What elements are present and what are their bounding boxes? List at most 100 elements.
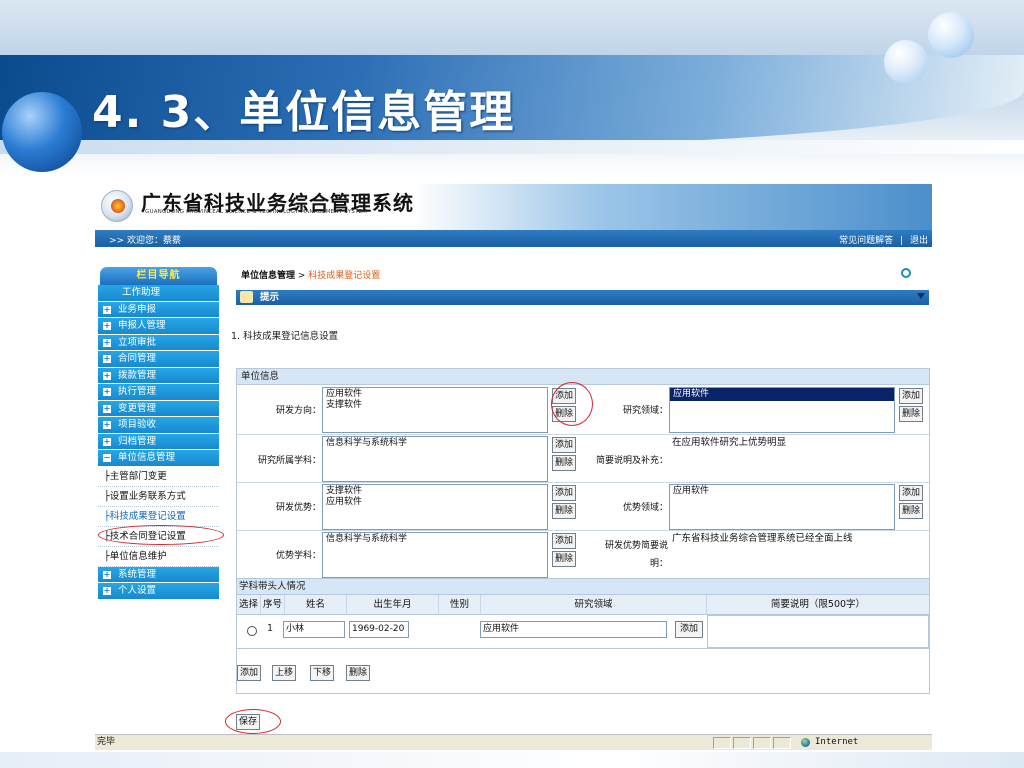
sidebar-sub-unit-maintenance[interactable]: ├单位信息维护 [98, 546, 219, 567]
status-cell [773, 737, 791, 749]
rd-advantage-list[interactable]: 支撑软件 应用软件 [322, 484, 548, 530]
row-select-radio[interactable] [247, 626, 257, 636]
sidebar-sub-contact-settings[interactable]: ├设置业务联系方式 [98, 486, 219, 507]
list-item: 应用软件 [326, 389, 363, 399]
sidebar-item-unit-info[interactable]: − 单位信息管理 [98, 450, 219, 467]
expand-icon[interactable]: + [103, 371, 111, 380]
move-down-button[interactable]: 下移 [310, 665, 335, 681]
research-field-input[interactable]: 应用软件 [480, 621, 667, 638]
sidebar-item-label: 个人设置 [118, 585, 157, 596]
sidebar-item-system-mgmt[interactable]: + 系统管理 [98, 566, 219, 583]
expand-icon[interactable]: + [103, 322, 111, 330]
field-value: 在应用软件研究上优势明显 [672, 437, 787, 448]
highlight-circle [98, 525, 224, 545]
sidebar-sub-dept-change[interactable]: ├主管部门变更 [98, 466, 219, 487]
column-header: 性别 [439, 595, 481, 615]
advantage-field-list[interactable]: 应用软件 [669, 484, 895, 530]
sidebar-item-label: 变更管理 [118, 402, 157, 414]
sidebar-item-label: 工作助理 [122, 287, 161, 298]
expand-icon[interactable]: + [103, 338, 111, 347]
globe-icon [801, 738, 810, 747]
advantage-discipline-add-button[interactable]: 添加 [552, 533, 577, 549]
expand-icon[interactable]: + [103, 404, 111, 413]
sidebar-item-label: 系统管理 [118, 568, 157, 580]
list-item-selected[interactable]: 应用软件 [670, 388, 894, 401]
move-up-button[interactable]: 上移 [272, 665, 297, 681]
welcome-text: >> 欢迎您：蔡蔡 [109, 236, 181, 246]
discipline-add-button[interactable]: 添加 [552, 437, 577, 453]
sidebar-item-execution-mgmt[interactable]: + 执行管理 [98, 384, 219, 401]
collapse-icon[interactable]: − [103, 454, 111, 462]
decor-sphere-right-small [884, 40, 928, 84]
leader-field-add-button[interactable]: 添加 [675, 621, 703, 638]
advantage-discipline-list[interactable]: 信息科学与系统科学 [322, 532, 548, 578]
sidebar-item-applicant-mgmt[interactable]: + 申报人管理 [98, 318, 219, 335]
sidebar-item-business-apply[interactable]: + 业务申报 [98, 301, 219, 318]
add-row-button[interactable]: 添加 [237, 665, 262, 681]
advantage-field-label: 优势领域： [622, 503, 668, 513]
sidebar-item-personal-settings[interactable]: + 个人设置 [98, 583, 219, 600]
sidebar-item-label: 申报人管理 [118, 320, 166, 331]
discipline-leaders-panel: 学科带头人情况 选择 序号 姓名 出生年月 性别 研究领域 简要说明（限500字… [236, 578, 930, 694]
expand-icon[interactable]: + [103, 421, 111, 429]
sidebar-item-archive[interactable]: + 归档管理 [98, 433, 219, 450]
sidebar-item-change-mgmt[interactable]: + 变更管理 [98, 400, 219, 417]
browser-status-bar: 完毕 Internet [95, 734, 932, 750]
status-cell [713, 737, 731, 749]
logout-link[interactable]: 退出 [910, 236, 928, 246]
sidebar-sub-achievement-settings[interactable]: ├科技成果登记设置 [98, 506, 219, 527]
expand-icon[interactable]: + [103, 305, 111, 314]
advantage-discipline-label: 优势学科： [275, 551, 321, 561]
sidebar-item-acceptance[interactable]: + 项目验收 [98, 417, 219, 434]
rd-advantage-brief-field[interactable]: 广东省科技业务综合管理系统已经全面上线 [669, 532, 929, 578]
rd-advantage-add-button[interactable]: 添加 [552, 485, 577, 501]
app-header: 广东省科技业务综合管理系统 GUANGDONG PROVINCEAL SCIEN… [95, 184, 932, 230]
top-nav-bar: >> 欢迎您：蔡蔡 常见问题解答 | 退出 [95, 230, 932, 247]
logo-icon [101, 190, 133, 222]
refresh-icon[interactable] [901, 268, 911, 278]
sidebar-item-approval[interactable]: + 立项审批 [98, 334, 219, 351]
collapse-arrow-icon[interactable] [917, 293, 925, 299]
sidebar-item-label: 合同管理 [118, 353, 157, 364]
faq-link[interactable]: 常见问题解答 [839, 236, 893, 246]
highlight-circle [225, 709, 281, 734]
table-header: 选择 序号 姓名 出生年月 性别 研究领域 简要说明（限500字） [237, 595, 929, 615]
column-header: 姓名 [285, 595, 347, 615]
advantage-field-delete-button[interactable]: 删除 [899, 503, 924, 519]
security-zone: Internet [815, 737, 859, 747]
tip-bar: 提示 [236, 290, 929, 305]
advantage-discipline-delete-button[interactable]: 删除 [552, 551, 577, 567]
leader-name-input[interactable]: 小林 [283, 621, 345, 638]
discipline-delete-button[interactable]: 删除 [552, 455, 577, 471]
rd-advantage-delete-button[interactable]: 删除 [552, 503, 577, 519]
status-cell [753, 737, 771, 749]
discipline-leaders-header: 学科带头人情况 [237, 579, 929, 595]
expand-icon[interactable]: + [103, 587, 111, 595]
link-separator: | [900, 236, 904, 246]
sidebar-item-label: 执行管理 [118, 386, 157, 397]
sidebar-item-work-assistant[interactable]: 工作助理 [98, 285, 219, 302]
slide-bottom-strip [0, 752, 1024, 768]
research-direction-list[interactable]: 应用软件 支撑软件 [322, 387, 548, 433]
sidebar-item-funding-mgmt[interactable]: + 拨款管理 [98, 367, 219, 384]
breadcrumb-root[interactable]: 单位信息管理 [241, 271, 295, 281]
brief-supplement-field[interactable]: 在应用软件研究上优势明显 [669, 436, 929, 482]
birth-date-input[interactable]: 1969-02-20 [349, 621, 409, 638]
discipline-list[interactable]: 信息科学与系统科学 [322, 436, 548, 482]
brief-note-input[interactable] [707, 615, 929, 648]
research-field-delete-button[interactable]: 删除 [899, 406, 924, 422]
sidebar-item-contract-mgmt[interactable]: + 合同管理 [98, 351, 219, 368]
expand-icon[interactable]: + [103, 388, 111, 396]
research-field-list[interactable]: 应用软件 [669, 387, 895, 433]
app-window: 广东省科技业务综合管理系统 GUANGDONG PROVINCEAL SCIEN… [95, 184, 932, 750]
system-subtitle: GUANGDONG PROVINCEAL SCIENCE & TECHNOLOG… [145, 209, 368, 215]
delete-row-button[interactable]: 删除 [346, 665, 371, 681]
research-field-add-button[interactable]: 添加 [899, 388, 924, 404]
expand-icon[interactable]: + [103, 437, 111, 446]
advantage-field-add-button[interactable]: 添加 [899, 485, 924, 501]
decor-sphere-left [2, 92, 82, 172]
expand-icon[interactable]: + [103, 355, 111, 363]
highlight-circle [551, 382, 593, 426]
expand-icon[interactable]: + [103, 570, 111, 579]
title-band-highlight [0, 140, 1024, 154]
